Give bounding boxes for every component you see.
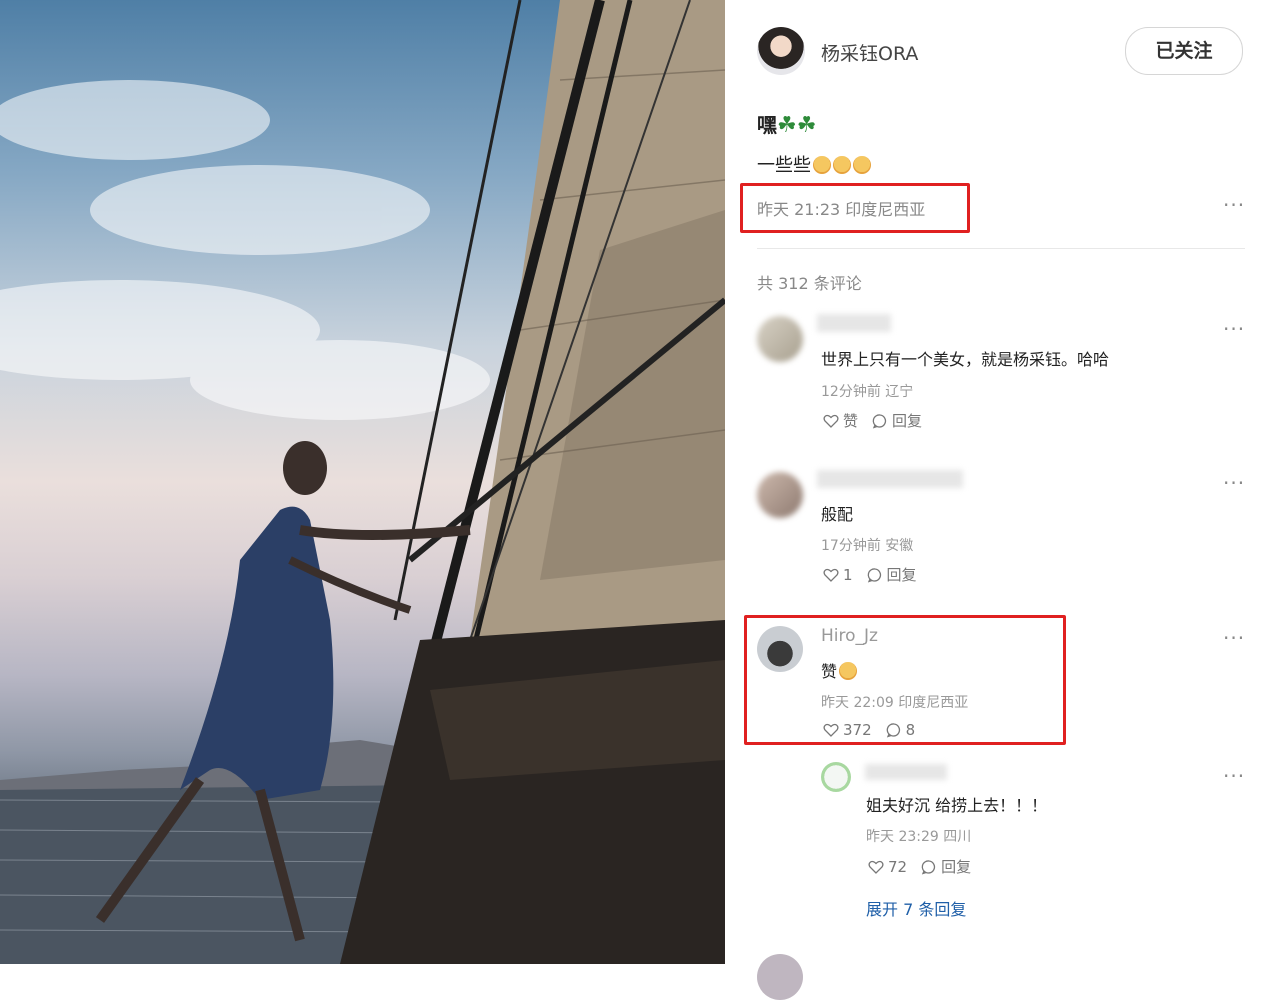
more-dots-icon[interactable]: ···: [1223, 317, 1245, 341]
reply-text: 姐夫好沉 给捞上去！！！: [866, 796, 1048, 815]
reply-label: 回复: [941, 858, 972, 876]
post-detail-panel: 杨采钰ORA 已关注 嘿☘☘ 一些些 昨天 21:23 印度尼西亚 ··· 共 …: [725, 0, 1275, 1000]
comment-avatar[interactable]: [757, 472, 803, 518]
smile-emoji-icon: [813, 156, 831, 174]
reply-button[interactable]: 回复: [872, 410, 922, 431]
like-count: 372: [843, 721, 872, 739]
comment-time: 昨天 22:09: [821, 695, 894, 711]
comment-location: 印度尼西亚: [898, 695, 969, 711]
reply-label: 回复: [886, 566, 917, 584]
comment-actions: 赞 回复: [823, 410, 922, 431]
bubble-icon: [872, 413, 887, 429]
comment-author-name[interactable]: [817, 470, 963, 488]
post-meta: 昨天 21:23 印度尼西亚: [757, 196, 925, 220]
comment-time: 12分钟前: [821, 384, 881, 400]
reply-button[interactable]: 8: [886, 721, 916, 739]
smile-emoji-icon: [833, 156, 851, 174]
more-dots-icon[interactable]: ···: [1223, 764, 1245, 788]
post-photo[interactable]: [0, 0, 725, 964]
comment-text: 赞: [821, 658, 858, 682]
reply-button[interactable]: 回复: [921, 856, 971, 877]
like-count: 72: [888, 857, 908, 876]
post-location: 印度尼西亚: [845, 200, 926, 219]
comment-meta: 昨天 22:09 印度尼西亚: [821, 692, 968, 712]
comment-actions: 372 8: [823, 721, 915, 739]
reply-author-name[interactable]: [865, 764, 947, 780]
clover-emoji-icon: ☘: [796, 113, 817, 138]
comment-author-name[interactable]: [817, 314, 891, 332]
bubble-icon: [867, 567, 881, 583]
reply-label: 回复: [892, 412, 923, 430]
post-title-text: 嘿: [757, 113, 777, 137]
reply-meta: 昨天 23:29 四川: [866, 826, 971, 846]
like-button[interactable]: 赞: [823, 410, 858, 431]
like-label: 1: [843, 565, 853, 584]
comment-text-value: 赞: [821, 662, 838, 681]
heart-icon: [823, 568, 839, 582]
comment-text: 般配: [821, 505, 854, 524]
more-dots-icon[interactable]: ···: [1223, 626, 1245, 650]
heart-icon: [823, 723, 839, 737]
comment-author-name[interactable]: Hiro_Jz: [821, 626, 878, 646]
comment-avatar[interactable]: [757, 316, 803, 362]
reply-location: 四川: [943, 829, 972, 845]
comment-avatar[interactable]: [757, 626, 803, 672]
photo-scene: [0, 0, 725, 964]
more-dots-icon[interactable]: ···: [1223, 471, 1245, 495]
clover-emoji-icon: ☘: [777, 113, 797, 138]
follow-button[interactable]: 已关注: [1125, 27, 1243, 75]
reply-actions: 72 回复: [868, 856, 971, 877]
like-label: 赞: [843, 412, 859, 430]
smile-emoji-icon: [853, 156, 871, 174]
comment-count: 共 312 条评论: [757, 274, 862, 293]
heart-icon: [823, 414, 839, 428]
post-body-text: 一些些: [757, 155, 811, 176]
heart-icon: [868, 860, 884, 874]
comment-avatar[interactable]: [757, 954, 803, 1000]
bubble-icon: [921, 859, 936, 875]
comment-meta: 12分钟前 辽宁: [821, 381, 913, 401]
like-button[interactable]: 372: [823, 721, 872, 739]
comment-time: 17分钟前: [821, 538, 881, 554]
post-body: 一些些: [757, 151, 871, 177]
expand-replies-link[interactable]: 展开 7 条回复: [866, 896, 966, 920]
reply-avatar[interactable]: [821, 762, 851, 792]
face-emoji-icon: [839, 662, 858, 680]
bubble-icon: [886, 723, 900, 738]
comment-location: 安徽: [885, 538, 914, 554]
reply-time: 昨天 23:29: [866, 829, 939, 845]
more-dots-icon[interactable]: ···: [1223, 193, 1245, 217]
author-avatar[interactable]: [757, 27, 805, 75]
reply-button[interactable]: 回复: [867, 564, 917, 585]
like-button[interactable]: 72: [868, 858, 907, 876]
comment-actions: 1 回复: [823, 564, 917, 585]
post-time: 昨天 21:23: [757, 200, 841, 219]
reply-count: 8: [905, 721, 916, 739]
like-button[interactable]: 1: [823, 566, 853, 584]
author-name[interactable]: 杨采钰ORA: [821, 39, 918, 66]
post-title: 嘿☘☘: [757, 109, 816, 138]
divider: [757, 248, 1245, 249]
comment-meta: 17分钟前 安徽: [821, 535, 913, 555]
comment-text: 世界上只有一个美女，就是杨采钰。哈哈: [821, 350, 1110, 369]
comment-location: 辽宁: [885, 384, 914, 400]
